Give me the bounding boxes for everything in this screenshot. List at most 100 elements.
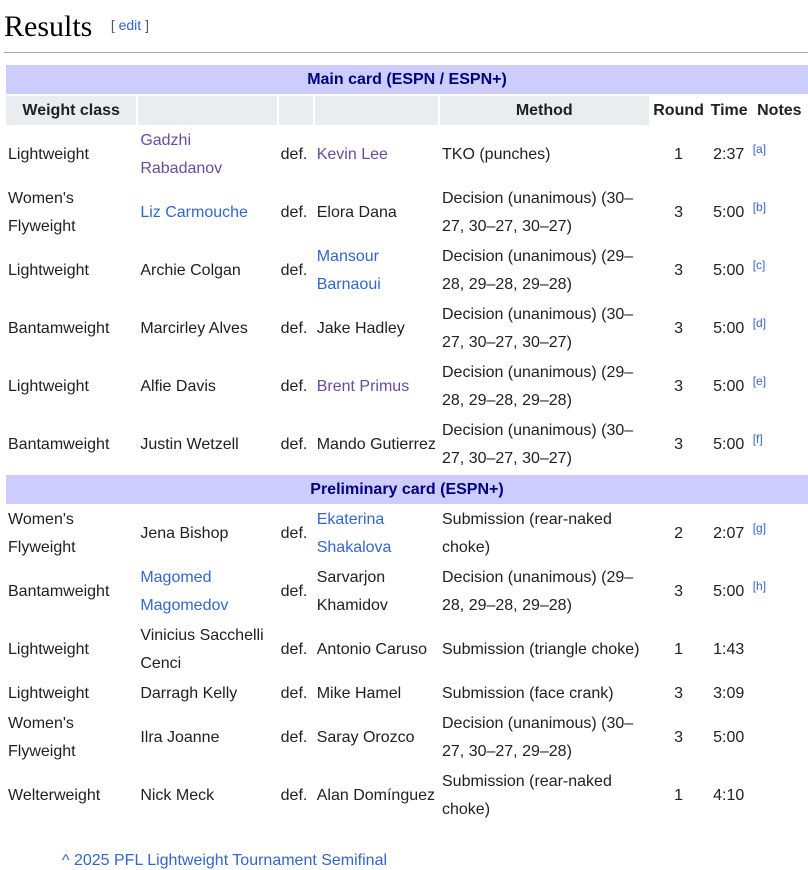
loser-name[interactable]: Kevin Lee xyxy=(315,127,438,183)
note-reference[interactable]: [f] xyxy=(753,432,763,446)
time: 5:00 xyxy=(713,583,745,600)
def-label: def. xyxy=(280,729,308,746)
loser-name: Saray Orozco xyxy=(316,729,415,746)
notes-cell: [e] xyxy=(751,359,808,415)
round: 3 xyxy=(674,262,684,279)
fight-row: Women's Flyweight Liz Carmouche def. Elora … xyxy=(6,185,808,241)
def-label: def. xyxy=(280,436,308,453)
note-reference[interactable]: [h] xyxy=(753,579,766,593)
winner-name: Archie Colgan xyxy=(140,262,241,279)
fight-row: Welterweight Nick Meck def. Alan Domínguez S… xyxy=(6,768,808,824)
col-winner xyxy=(138,96,277,125)
fight-row: Lightweight Vinicius Sacchelli Cenci def. A… xyxy=(6,622,808,678)
def-label: def. xyxy=(280,685,308,702)
method: Decision (unanimous) (30–27, 30–27, 30–2… xyxy=(442,306,634,351)
col-loser xyxy=(314,96,438,125)
notes-cell: [b] xyxy=(751,185,808,241)
round: 1 xyxy=(674,146,684,163)
weight-class: Welterweight xyxy=(8,787,101,804)
weight-class: Bantamweight xyxy=(8,436,110,453)
notes-cell xyxy=(751,622,808,678)
note-reference[interactable]: [g] xyxy=(753,521,766,535)
card-title: Preliminary card (ESPN+) xyxy=(6,475,808,504)
method: Submission (face crank) xyxy=(442,685,614,702)
method: Decision (unanimous) (30–27, 30–27, 29–2… xyxy=(442,715,634,760)
loser-name: Mando Gutierrez xyxy=(316,436,436,453)
round: 3 xyxy=(674,378,684,395)
weight-class: Bantamweight xyxy=(8,320,110,337)
method: Submission (rear-naked choke) xyxy=(442,773,612,818)
section-title: Results xyxy=(4,10,93,43)
note-reference[interactable]: [d] xyxy=(753,316,766,330)
time: 2:07 xyxy=(713,525,745,542)
def-label: def. xyxy=(280,641,308,658)
method: Decision (unanimous) (30–27, 30–27, 30–2… xyxy=(442,422,634,467)
time: 2:37 xyxy=(713,146,745,163)
notes-cell: [f] xyxy=(751,417,808,473)
def-label: def. xyxy=(280,204,308,221)
def-label: def. xyxy=(280,320,308,337)
winner-name: Alfie Davis xyxy=(140,378,216,395)
loser-name: Alan Domínguez xyxy=(316,787,436,804)
col-weight-class: Weight class xyxy=(6,96,137,125)
def-label: def. xyxy=(280,146,308,163)
time: 5:00 xyxy=(713,262,745,279)
notes-cell: [a] xyxy=(751,127,808,183)
note-reference[interactable]: [c] xyxy=(753,258,766,272)
results-table: Main card (ESPN / ESPN+) Weight class Meth… xyxy=(4,63,808,826)
time: 4:10 xyxy=(713,787,745,804)
fight-row: Bantamweight Justin Wetzell def. Mando Guti… xyxy=(6,417,808,473)
weight-class: Lightweight xyxy=(8,262,89,279)
section-heading: Results [ edit ] xyxy=(4,4,808,53)
note-reference[interactable]: [b] xyxy=(753,200,766,214)
fight-row: Lightweight Alfie Davis def. Brent Primus De… xyxy=(6,359,808,415)
loser-name: Mike Hamel xyxy=(316,685,402,702)
edit-link[interactable]: edit xyxy=(119,17,142,33)
winner-name: Nick Meck xyxy=(140,787,215,804)
def-label: def. xyxy=(280,378,308,395)
time: 3:09 xyxy=(713,685,745,702)
time: 5:00 xyxy=(713,320,745,337)
def-label: def. xyxy=(280,525,308,542)
col-method: Method xyxy=(440,96,649,125)
loser-name[interactable]: Ekaterina Shakalova xyxy=(315,506,438,562)
loser-name[interactable]: Mansour Barnaoui xyxy=(315,243,438,299)
footnote-line[interactable]: ^ 2025 PFL Lightweight Tournament Semifi… xyxy=(62,852,387,870)
time: 1:43 xyxy=(713,641,745,658)
col-round: Round xyxy=(650,96,707,125)
round: 3 xyxy=(674,583,684,600)
winner-name[interactable]: Gadzhi Rabadanov xyxy=(138,127,276,183)
fight-row: Bantamweight Marcirley Alves def. Jake Hadl… xyxy=(6,301,808,357)
fight-row: Women's Flyweight Jena Bishop def. Ekaterin… xyxy=(6,506,808,562)
winner-name: Justin Wetzell xyxy=(140,436,239,453)
weight-class: Women's Flyweight xyxy=(8,715,76,760)
loser-name: Elora Dana xyxy=(316,204,397,221)
winner-name: Ilra Joanne xyxy=(140,729,220,746)
round: 1 xyxy=(674,641,684,658)
loser-name: Sarvarjon Khamidov xyxy=(316,569,388,614)
note-reference[interactable]: [e] xyxy=(753,374,766,388)
weight-class: Women's Flyweight xyxy=(8,190,76,235)
method: Submission (rear-naked choke) xyxy=(442,511,612,556)
col-time: Time xyxy=(708,96,749,125)
col-def xyxy=(278,96,313,125)
winner-name: Marcirley Alves xyxy=(140,320,248,337)
notes-cell: [d] xyxy=(751,301,808,357)
notes-cell xyxy=(751,768,808,824)
round: 3 xyxy=(674,729,684,746)
round: 1 xyxy=(674,787,684,804)
winner-name[interactable]: Magomed Magomedov xyxy=(138,564,276,620)
time: 5:00 xyxy=(713,378,745,395)
def-label: def. xyxy=(280,262,308,279)
loser-name[interactable]: Brent Primus xyxy=(315,359,438,415)
card-title-row: Preliminary card (ESPN+) xyxy=(6,475,808,504)
card-title: Main card (ESPN / ESPN+) xyxy=(6,65,808,94)
note-reference[interactable]: [a] xyxy=(753,142,766,156)
loser-name: Antonio Caruso xyxy=(316,641,428,658)
method: Decision (unanimous) (29–28, 29–28, 29–2… xyxy=(442,248,634,293)
def-label: def. xyxy=(280,583,308,600)
method: Decision (unanimous) (29–28, 29–28, 29–2… xyxy=(442,569,634,614)
winner-name[interactable]: Liz Carmouche xyxy=(138,185,276,241)
method: Decision (unanimous) (29–28, 29–28, 29–2… xyxy=(442,364,634,409)
fight-row: Bantamweight Magomed Magomedov def. Sarvarj… xyxy=(6,564,808,620)
